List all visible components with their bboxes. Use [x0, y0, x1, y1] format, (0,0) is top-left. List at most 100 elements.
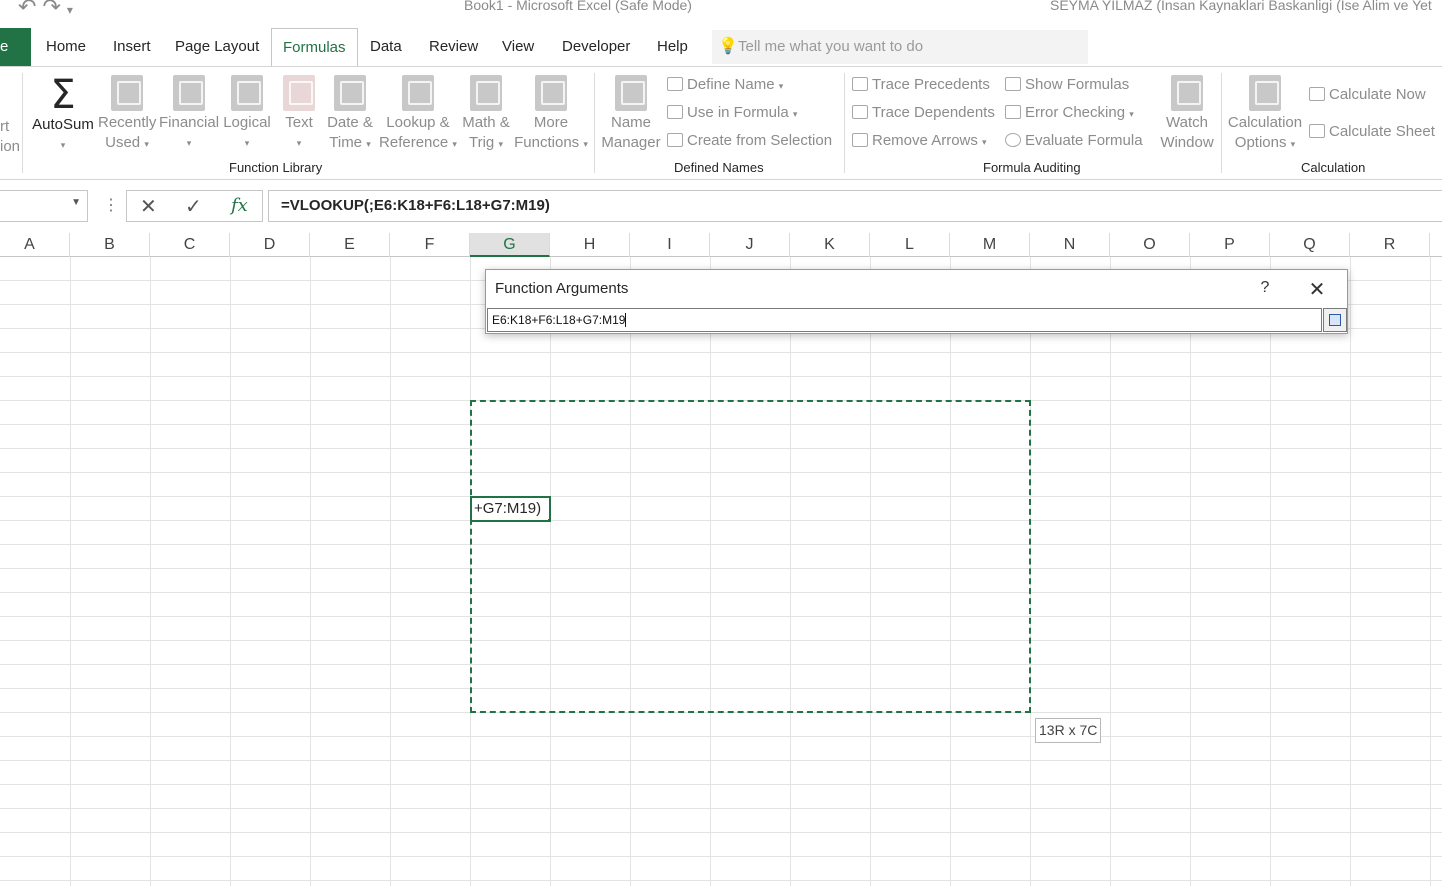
date-time-button[interactable]: Date & Time ▾	[324, 75, 376, 154]
recently-used-button[interactable]: Recently Used ▾	[98, 75, 156, 154]
watch-window-label-2: Window	[1160, 134, 1214, 151]
financial-button[interactable]: Financial ▾	[159, 75, 219, 153]
chevron-down-icon[interactable]: ▼	[71, 197, 81, 208]
name-manager-button[interactable]: Name Manager	[601, 75, 661, 153]
calculate-now-label: Calculate Now	[1329, 86, 1426, 103]
tab-view[interactable]: View	[491, 28, 545, 66]
column-header-l[interactable]: L	[870, 233, 950, 257]
theta-book-icon	[470, 75, 502, 111]
tab-help[interactable]: Help	[646, 28, 699, 66]
tab-formulas[interactable]: Formulas	[271, 28, 358, 67]
tell-me-search[interactable]: 💡 Tell me what you want to do	[712, 30, 1088, 64]
remove-arrows-button[interactable]: Remove Arrows ▾	[852, 130, 987, 152]
column-headers: A B C D E F G H I J K L M N O P Q R	[0, 233, 1442, 257]
column-header-c[interactable]: C	[150, 233, 230, 257]
calculate-now-button[interactable]: Calculate Now	[1309, 84, 1426, 106]
column-header-j[interactable]: J	[710, 233, 790, 257]
dialog-title: Function Arguments	[495, 280, 629, 297]
text-button[interactable]: Text ▾	[279, 75, 319, 153]
customize-qat-icon[interactable]: ▾	[67, 3, 73, 14]
active-cell[interactable]: +G7:M19)	[470, 496, 551, 522]
column-header-a[interactable]: A	[0, 233, 70, 257]
calculate-sheet-label: Calculate Sheet	[1329, 123, 1435, 140]
column-header-o[interactable]: O	[1110, 233, 1190, 257]
watch-window-button[interactable]: Watch Window	[1157, 75, 1217, 153]
tab-file[interactable]: e	[0, 28, 31, 66]
calculate-now-icon	[1309, 87, 1325, 101]
calculation-options-label-2: Options	[1234, 134, 1287, 151]
cancel-icon[interactable]: ✕	[140, 194, 157, 219]
tab-review[interactable]: Review	[418, 28, 489, 66]
fill-handle[interactable]	[547, 518, 549, 520]
lookup-reference-button[interactable]: Lookup & Reference ▾	[379, 75, 457, 154]
argument-input[interactable]: E6:K18+F6:L18+G7:M19	[487, 308, 1322, 332]
enter-check-icon[interactable]: ✓	[185, 194, 202, 219]
date-time-label-2: Time	[329, 134, 363, 151]
column-header-i[interactable]: I	[630, 233, 710, 257]
ribbon-formulas: rt ion Σ AutoSum ▾ Recently Used ▾ Finan…	[0, 66, 1442, 180]
fx-small-icon	[667, 105, 683, 119]
column-header-m[interactable]: M	[950, 233, 1030, 257]
calculation-options-button[interactable]: Calculation Options ▾	[1226, 75, 1304, 154]
define-name-button[interactable]: Define Name ▾	[667, 74, 783, 96]
tab-data[interactable]: Data	[359, 28, 413, 66]
more-functions-button[interactable]: More Functions ▾	[514, 75, 588, 154]
error-checking-label: Error Checking	[1025, 104, 1126, 121]
lightbulb-icon: 💡	[718, 38, 738, 55]
column-header-f[interactable]: F	[390, 233, 470, 257]
selection-size-tooltip: 13R x 7C	[1035, 718, 1102, 743]
insert-function-cut[interactable]: rt ion	[0, 117, 20, 155]
create-from-selection-icon	[667, 133, 683, 147]
create-from-selection-button[interactable]: Create from Selection	[667, 130, 832, 152]
use-in-formula-button[interactable]: Use in Formula ▾	[667, 102, 797, 124]
trace-dependents-icon	[852, 105, 868, 119]
more-functions-label-2: Functions	[514, 134, 580, 151]
column-header-r[interactable]: R	[1350, 233, 1430, 257]
column-header-q[interactable]: Q	[1270, 233, 1350, 257]
column-header-k[interactable]: K	[790, 233, 870, 257]
magnifier-book-icon	[402, 75, 434, 111]
insert-function-icon[interactable]: fx	[231, 195, 248, 216]
trace-dependents-button[interactable]: Trace Dependents	[852, 102, 995, 124]
column-header-h[interactable]: H	[550, 233, 630, 257]
math-trig-button[interactable]: Math & Trig ▾	[460, 75, 512, 154]
evaluate-formula-label: Evaluate Formula	[1025, 132, 1143, 149]
quick-access-toolbar: ↶ ↷ ▾	[18, 0, 79, 14]
autosum-button[interactable]: Σ AutoSum ▾	[32, 75, 94, 155]
trace-precedents-button[interactable]: Trace Precedents	[852, 74, 990, 96]
recently-used-label-2: Used	[105, 134, 141, 151]
column-header-b[interactable]: B	[70, 233, 150, 257]
tab-insert[interactable]: Insert	[102, 28, 162, 66]
undo-icon[interactable]: ↶	[18, 0, 36, 14]
column-header-g[interactable]: G	[470, 233, 550, 257]
close-icon[interactable]: ✕	[1306, 277, 1328, 302]
column-header-d[interactable]: D	[230, 233, 310, 257]
tab-developer[interactable]: Developer	[551, 28, 641, 66]
function-arguments-dialog: Function Arguments ? ✕ E6:K18+F6:L18+G7:…	[485, 269, 1348, 334]
error-checking-button[interactable]: Error Checking ▾	[1005, 102, 1134, 124]
user-name[interactable]: SEYMA YILMAZ (Insan Kaynaklari Baskanlig…	[1050, 0, 1432, 13]
column-header-n[interactable]: N	[1030, 233, 1110, 257]
name-box[interactable]: ▼	[0, 190, 88, 222]
calculate-sheet-icon	[1309, 124, 1325, 138]
trace-dependents-label: Trace Dependents	[872, 104, 995, 121]
evaluate-formula-button[interactable]: Evaluate Formula	[1005, 130, 1143, 152]
group-function-library: Function Library	[229, 160, 323, 175]
chevron-down-icon: ▾	[60, 140, 66, 150]
tell-me-placeholder: Tell me what you want to do	[738, 38, 924, 55]
tab-page-layout[interactable]: Page Layout	[164, 28, 270, 66]
calculate-sheet-button[interactable]: Calculate Sheet	[1309, 121, 1435, 143]
redo-icon[interactable]: ↷	[42, 0, 60, 14]
column-header-p[interactable]: P	[1190, 233, 1270, 257]
help-icon[interactable]: ?	[1255, 279, 1275, 297]
logical-label: Logical	[223, 114, 271, 131]
show-formulas-button[interactable]: Show Formulas	[1005, 74, 1129, 96]
name-manager-label-1: Name	[610, 114, 651, 131]
column-header-e[interactable]: E	[310, 233, 390, 257]
trace-precedents-label: Trace Precedents	[872, 76, 990, 93]
vertical-dots-icon[interactable]: ⋮	[103, 195, 119, 215]
tab-home[interactable]: Home	[35, 28, 97, 66]
logical-button[interactable]: Logical ▾	[222, 75, 272, 153]
expand-dialog-icon[interactable]	[1323, 308, 1347, 332]
formula-input[interactable]: =VLOOKUP(;E6:K18+F6:L18+G7:M19)	[268, 190, 1442, 222]
